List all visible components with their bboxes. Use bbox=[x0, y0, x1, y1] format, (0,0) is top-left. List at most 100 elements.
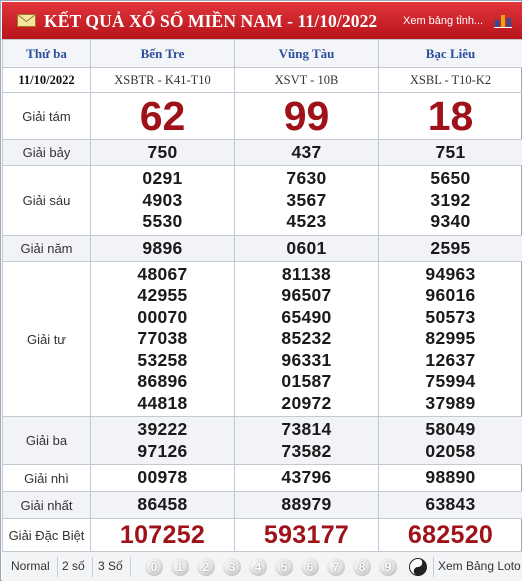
results-table: Thứ ba Bến Tre Vũng Tàu Bạc Liêu 11/10/2… bbox=[2, 39, 522, 553]
station-code: XSVT - 10B bbox=[234, 67, 379, 93]
lottery-results-panel: KẾT QUẢ XỔ SỐ MIỀN NAM - 11/10/2022 Xem … bbox=[0, 0, 522, 581]
prize-number: 63843 bbox=[378, 491, 522, 519]
prize-row-g5: Giải năm 9896 0601 2595 bbox=[2, 235, 522, 262]
prize-numbers: 0291 4903 5530 bbox=[90, 165, 235, 236]
prize-number: 01587 bbox=[281, 371, 332, 392]
digit-ball-button[interactable]: 4 bbox=[249, 558, 267, 576]
bar-chart-icon[interactable] bbox=[494, 12, 512, 28]
prize-number: 5530 bbox=[142, 211, 183, 232]
prize-row-g7: Giải bảy 750 437 751 bbox=[2, 139, 522, 166]
view-loto-table-button[interactable]: Xem Bảng Loto bbox=[438, 559, 521, 573]
prize-number: 44818 bbox=[137, 392, 188, 413]
prize-number: 2595 bbox=[378, 235, 522, 262]
prize-number: 53258 bbox=[137, 349, 188, 370]
title-bar: KẾT QUẢ XỔ SỐ MIỀN NAM - 11/10/2022 Xem … bbox=[2, 2, 522, 39]
prize-number: 48067 bbox=[137, 263, 188, 284]
prize-number: 96331 bbox=[281, 349, 332, 370]
prize-numbers: 48067 42955 00070 77038 53258 86896 4481… bbox=[90, 261, 235, 417]
footer-toolbar: Normal 2 số 3 Số 0 1 2 3 4 5 6 7 8 9 Xem… bbox=[2, 551, 522, 581]
prize-number: 39222 bbox=[137, 419, 188, 439]
prize-label: Giải bảy bbox=[2, 139, 91, 166]
station-code: XSBL - T10-K2 bbox=[378, 67, 522, 93]
prize-number: 18 bbox=[378, 92, 522, 140]
code-row: 11/10/2022 XSBTR - K41-T10 XSVT - 10B XS… bbox=[2, 67, 522, 93]
mode-3-digit-button[interactable]: 3 Số bbox=[98, 559, 123, 573]
prize-number: 5650 bbox=[430, 168, 471, 189]
prize-row-g3: Giải ba 39222 97126 73814 73582 58049 02… bbox=[2, 416, 522, 465]
divider bbox=[130, 557, 131, 577]
prize-number: 12637 bbox=[425, 349, 476, 370]
prize-number: 85232 bbox=[281, 328, 332, 349]
prize-number: 00070 bbox=[137, 306, 188, 327]
digit-ball-button[interactable]: 9 bbox=[379, 558, 397, 576]
prize-number: 98890 bbox=[378, 464, 522, 492]
prize-number: 94963 bbox=[425, 263, 476, 284]
prize-number: 751 bbox=[378, 139, 522, 166]
prize-number: 88979 bbox=[234, 491, 379, 519]
digit-ball-button[interactable]: 0 bbox=[145, 558, 163, 576]
station-name[interactable]: Vũng Tàu bbox=[234, 39, 379, 68]
prize-number: 86458 bbox=[90, 491, 235, 519]
digit-ball-button[interactable]: 5 bbox=[275, 558, 293, 576]
prize-number: 02058 bbox=[425, 440, 476, 461]
draw-date: 11/10/2022 bbox=[2, 67, 91, 93]
prize-label: Giải sáu bbox=[2, 165, 91, 236]
special-prize-number: 593177 bbox=[234, 518, 379, 553]
header-row: Thứ ba Bến Tre Vũng Tàu Bạc Liêu bbox=[2, 39, 522, 68]
prize-row-g1: Giải nhất 86458 88979 63843 bbox=[2, 491, 522, 519]
prize-numbers: 58049 02058 bbox=[378, 416, 522, 465]
prize-number: 43796 bbox=[234, 464, 379, 492]
prize-numbers: 5650 3192 9340 bbox=[378, 165, 522, 236]
prize-numbers: 94963 96016 50573 82995 12637 75994 3798… bbox=[378, 261, 522, 417]
prize-row-special: Giải Đặc Biệt 107252 593177 682520 bbox=[2, 518, 522, 553]
prize-number: 50573 bbox=[425, 306, 476, 327]
digit-ball-button[interactable]: 7 bbox=[327, 558, 345, 576]
divider bbox=[433, 557, 434, 577]
prize-number: 81138 bbox=[281, 263, 332, 284]
digit-ball-button[interactable]: 6 bbox=[301, 558, 319, 576]
prize-label: Giải ba bbox=[2, 416, 91, 465]
prize-number: 00978 bbox=[90, 464, 235, 492]
day-label: Thứ ba bbox=[2, 39, 91, 68]
prize-row-g6: Giải sáu 0291 4903 5530 7630 3567 4523 5… bbox=[2, 165, 522, 236]
prize-label: Giải năm bbox=[2, 235, 91, 262]
prize-number: 75994 bbox=[425, 371, 476, 392]
prize-number: 77038 bbox=[137, 328, 188, 349]
special-prize-number: 107252 bbox=[90, 518, 235, 553]
prize-numbers: 81138 96507 65490 85232 96331 01587 2097… bbox=[234, 261, 379, 417]
digit-ball-button[interactable]: 2 bbox=[197, 558, 215, 576]
prize-number: 97126 bbox=[137, 440, 188, 461]
prize-number: 9340 bbox=[430, 211, 471, 232]
prize-numbers: 7630 3567 4523 bbox=[234, 165, 379, 236]
prize-number: 0291 bbox=[142, 168, 183, 189]
prize-number: 96016 bbox=[425, 285, 476, 306]
special-prize-number: 682520 bbox=[378, 518, 522, 553]
prize-number: 62 bbox=[90, 92, 235, 140]
prize-number: 0601 bbox=[234, 235, 379, 262]
prize-row-g8: Giải tám 62 99 18 bbox=[2, 92, 522, 140]
prize-row-g4: Giải tư 48067 42955 00070 77038 53258 86… bbox=[2, 261, 522, 417]
divider bbox=[57, 557, 58, 577]
station-name[interactable]: Bến Tre bbox=[90, 39, 235, 68]
prize-numbers: 73814 73582 bbox=[234, 416, 379, 465]
digit-ball-button[interactable]: 8 bbox=[353, 558, 371, 576]
prize-number: 750 bbox=[90, 139, 235, 166]
digit-ball-button[interactable]: 1 bbox=[171, 558, 189, 576]
mode-2-digit-button[interactable]: 2 số bbox=[62, 559, 85, 573]
prize-number: 3192 bbox=[430, 189, 471, 210]
all-digits-icon[interactable] bbox=[409, 558, 427, 576]
prize-label: Giải tám bbox=[2, 92, 91, 140]
prize-number: 20972 bbox=[281, 392, 332, 413]
prize-number: 65490 bbox=[281, 306, 332, 327]
station-name[interactable]: Bạc Liêu bbox=[378, 39, 522, 68]
prize-label: Giải nhì bbox=[2, 464, 91, 492]
mode-normal-button[interactable]: Normal bbox=[11, 559, 50, 573]
prize-number: 82995 bbox=[425, 328, 476, 349]
prize-numbers: 39222 97126 bbox=[90, 416, 235, 465]
digit-ball-button[interactable]: 3 bbox=[223, 558, 241, 576]
prize-number: 73582 bbox=[281, 440, 332, 461]
prize-label: Giải Đặc Biệt bbox=[2, 518, 91, 553]
view-province-table-link[interactable]: Xem bảng tỉnh... bbox=[403, 15, 483, 27]
prize-number: 437 bbox=[234, 139, 379, 166]
station-code: XSBTR - K41-T10 bbox=[90, 67, 235, 93]
